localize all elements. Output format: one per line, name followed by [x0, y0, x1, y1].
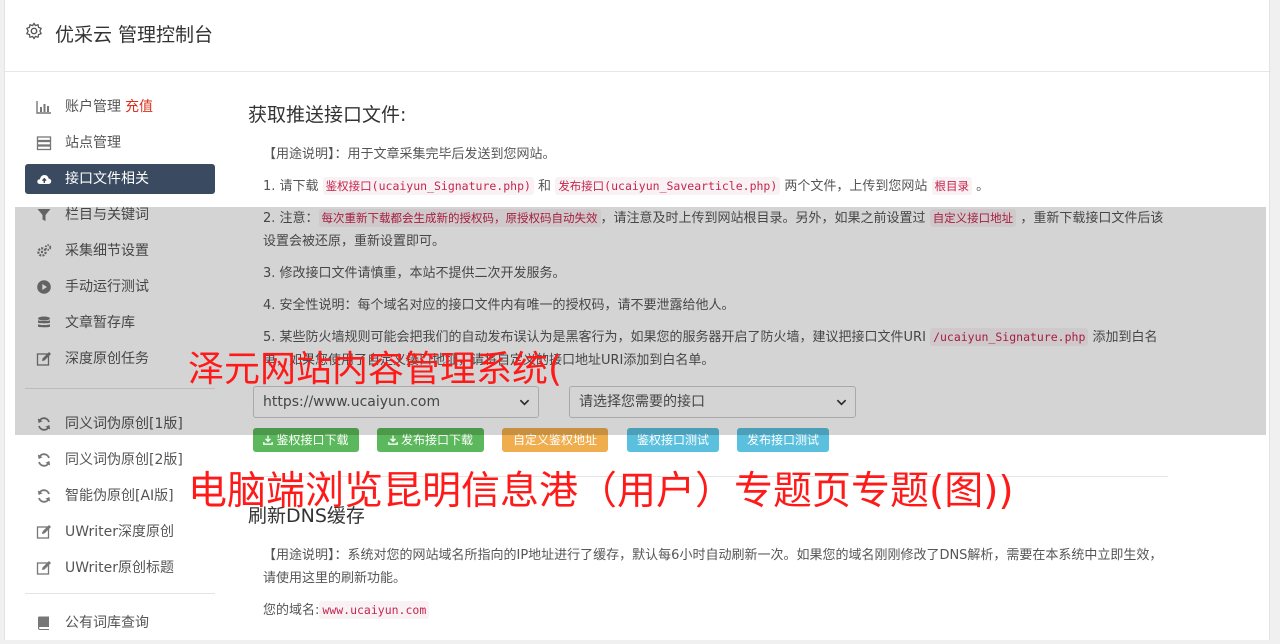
dns-usage-note: 【用途说明】：系统对您的网站域名所指向的IP地址进行了缓存，默认每6小时自动刷新…: [263, 548, 1163, 586]
step-1: 1. 请下载 鉴权接口(ucaiyun_Signature.php) 和 发布接…: [263, 175, 1168, 198]
usage-note: 【用途说明】：用于文章采集完毕后发送到您网站。: [263, 147, 556, 162]
button-label: 发布接口测试: [746, 433, 819, 447]
sidebar-item-label: 站点管理: [65, 135, 121, 151]
button-label: 鉴权接口测试: [636, 433, 709, 447]
download-icon: [263, 435, 274, 445]
download-icon: [388, 435, 398, 445]
root-dir-code: 根目录: [931, 177, 973, 195]
watermark-line-2: 电脑端浏览昆明信息港（用户）专题页专题(图)): [188, 469, 1014, 514]
sidebar-item-label: 同义词伪原创[2版]: [65, 452, 183, 468]
domain-value: www.ucaiyun.com: [319, 601, 430, 619]
recharge-link[interactable]: 充值: [125, 99, 153, 115]
sidebar-item-label: 接口文件相关: [65, 171, 149, 187]
sidebar-item-public-dictionary[interactable]: 公有词库查询: [25, 608, 215, 638]
savearticle-file-link[interactable]: 发布接口(ucaiyun_Savearticle.php): [555, 177, 781, 195]
sidebar-item-label: 公有词库查询: [65, 615, 149, 631]
app-title: 优采云 管理控制台: [55, 24, 214, 46]
header: 优采云 管理控制台: [5, 0, 1271, 72]
button-label: 发布接口下载: [400, 433, 473, 447]
section-title-push-files: 获取推送接口文件:: [248, 104, 407, 126]
watermark-line-1: 泽元网站内容管理系统(: [188, 349, 563, 390]
sidebar-item-label: UWriter深度原创: [65, 524, 174, 540]
sidebar-item-label: 智能伪原创[AI版]: [65, 488, 174, 504]
domain-label: 您的域名:: [263, 603, 320, 618]
button-label: 自定义鉴权地址: [512, 433, 597, 447]
sidebar-item-label: UWriter原创标题: [65, 560, 174, 576]
button-label: 鉴权接口下载: [276, 433, 349, 447]
sidebar-item-account[interactable]: 账户管理 充值: [25, 92, 215, 122]
refresh-icon: [37, 453, 51, 467]
edit-icon: [36, 525, 51, 539]
sidebar-item-ai-rewrite[interactable]: 智能伪原创[AI版]: [25, 481, 215, 511]
sidebar-item-uwriter-title[interactable]: UWriter原创标题: [25, 553, 215, 583]
bar-chart-icon: [36, 101, 51, 114]
signature-file-link[interactable]: 鉴权接口(ucaiyun_Signature.php): [322, 177, 534, 195]
edit-icon: [36, 561, 51, 575]
text: 和: [533, 179, 556, 194]
sidebar-item-uwriter-deep[interactable]: UWriter深度原创: [25, 517, 215, 547]
text: 两个文件，上传到您网站: [780, 179, 932, 194]
text: 。: [972, 179, 990, 194]
server-icon: [36, 136, 52, 151]
overlay-band: [15, 207, 1266, 435]
book-icon: [38, 616, 49, 630]
refresh-icon: [37, 489, 51, 503]
sidebar-item-interface-files[interactable]: 接口文件相关: [25, 164, 215, 194]
sidebar-item-synonym-v2[interactable]: 同义词伪原创[2版]: [25, 445, 215, 475]
sidebar-item-label: 账户管理: [65, 99, 121, 115]
sidebar-item-sites[interactable]: 站点管理: [25, 128, 215, 158]
gear-icon: [26, 22, 42, 40]
sidebar-divider: [25, 593, 215, 594]
text: 1. 请下载: [263, 179, 323, 194]
cloud-upload-icon: [37, 175, 52, 184]
domain-row: 您的域名: www.ucaiyun.com: [263, 599, 1168, 622]
